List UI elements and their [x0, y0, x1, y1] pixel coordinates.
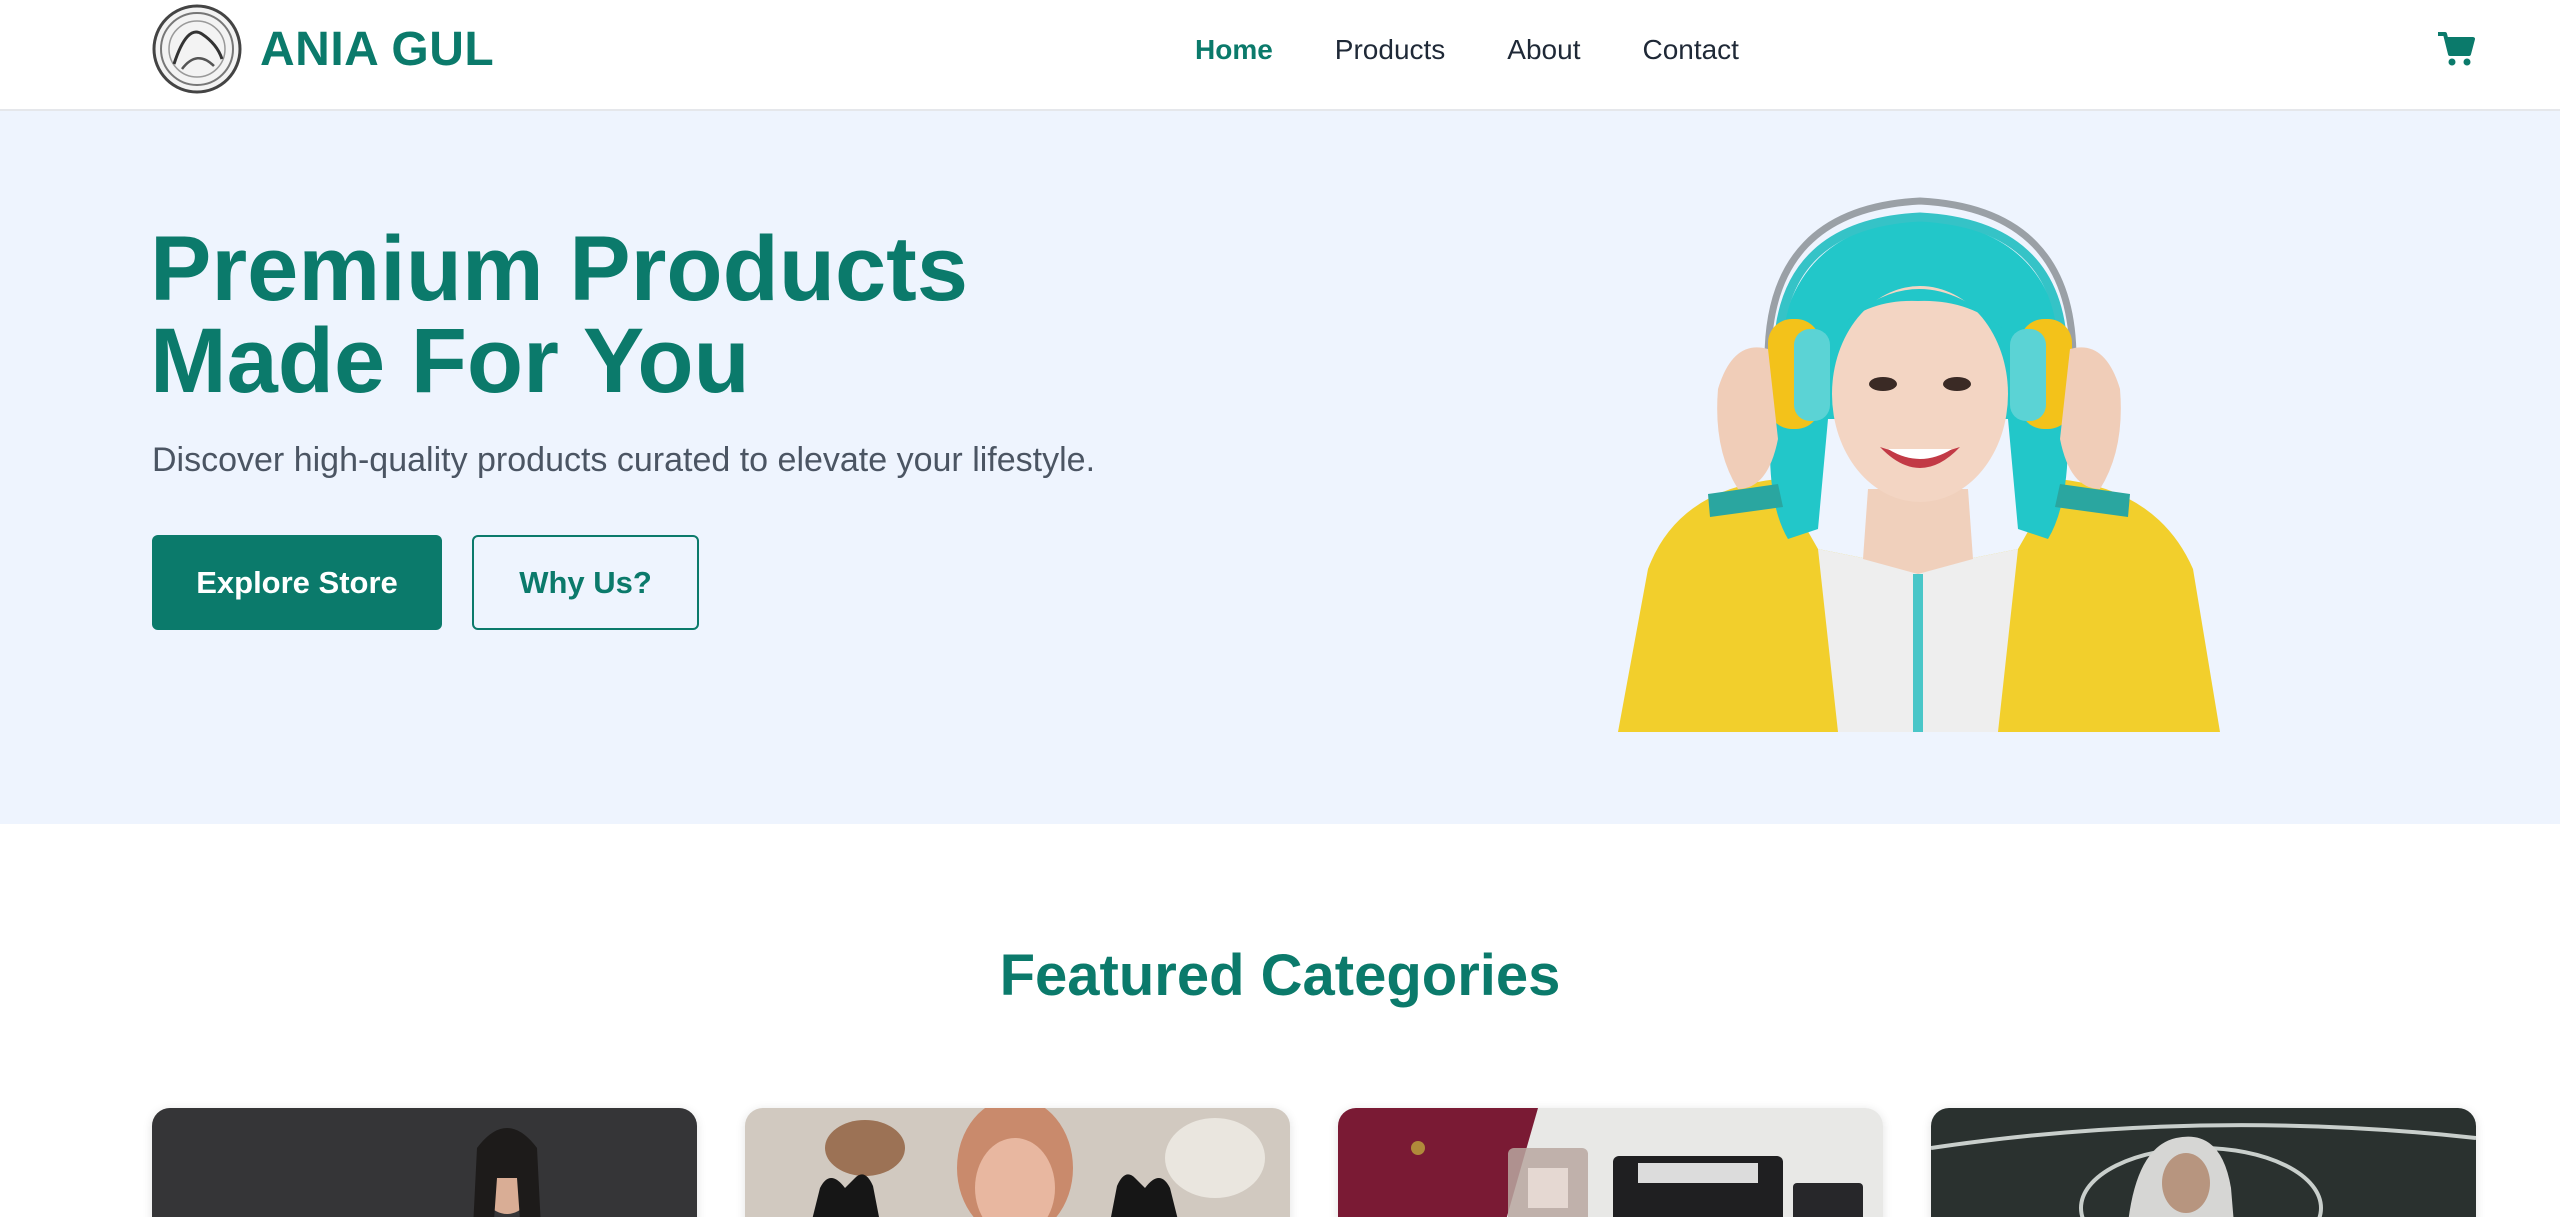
- hero-title: Premium Products Made For You: [150, 223, 1050, 407]
- hero-subtitle: Discover high-quality products curated t…: [152, 441, 1096, 479]
- category-card-accessories[interactable]: [1338, 1108, 1883, 1217]
- logo-link[interactable]: ANIA GUL: [152, 4, 494, 94]
- hero-woman-headphones-image: [1618, 197, 2220, 732]
- main-nav: Home Products About Contact: [1195, 33, 1739, 67]
- hero-title-line2: Made For You: [150, 310, 750, 412]
- fitness-woman-photo: [152, 1108, 697, 1217]
- nav-contact[interactable]: Contact: [1642, 33, 1739, 67]
- category-card-fitness[interactable]: [152, 1108, 697, 1217]
- perfume-and-wallet-photo: [1338, 1108, 1883, 1217]
- hero-section: Premium Products Made For You Discover h…: [0, 111, 2560, 824]
- category-card-gloves[interactable]: [745, 1108, 1290, 1217]
- explore-store-button[interactable]: Explore Store: [152, 535, 442, 630]
- nav-products[interactable]: Products: [1335, 33, 1446, 67]
- shopping-cart-icon[interactable]: [2436, 30, 2476, 68]
- nav-home[interactable]: Home: [1195, 33, 1273, 67]
- category-cards: [152, 1108, 2476, 1217]
- hoodie-man-photo: [1931, 1108, 2476, 1217]
- site-header: ANIA GUL Home Products About Contact: [0, 0, 2560, 111]
- category-card-apparel[interactable]: [1931, 1108, 2476, 1217]
- nav-about[interactable]: About: [1507, 33, 1580, 67]
- brand-name: ANIA GUL: [260, 22, 495, 76]
- monogram-seal-icon: [152, 4, 242, 94]
- featured-categories-title: Featured Categories: [999, 943, 1561, 1008]
- woman-with-gloves-photo: [745, 1108, 1290, 1217]
- hero-title-line1: Premium Products: [150, 218, 968, 320]
- why-us-button[interactable]: Why Us?: [472, 535, 699, 630]
